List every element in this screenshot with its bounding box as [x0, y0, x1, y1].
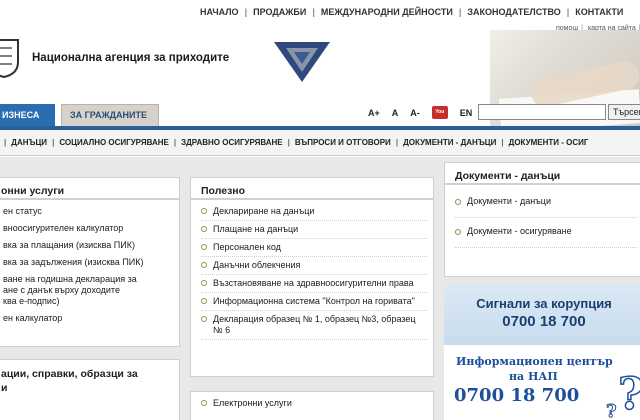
- top-nav: НАЧАЛО | ПРОДАЖБИ | МЕЖДУНАРОДНИ ДЕЙНОСТИ |…: [200, 7, 624, 17]
- tab-citizens[interactable]: ЗА ГРАЖДАНИТЕ: [61, 104, 159, 126]
- documents-panel: Документи - данъци Документи - данъци До…: [444, 162, 640, 277]
- corruption-phone: 0700 18 700: [502, 313, 586, 330]
- panel-title: онни услуги: [0, 178, 179, 200]
- bullet-icon: [201, 280, 207, 286]
- bullet-icon: [455, 199, 461, 205]
- top-nav-sales[interactable]: ПРОДАЖБИ: [253, 7, 306, 17]
- bullet-icon: [201, 208, 207, 214]
- info-center-phone: 0700 18 700: [454, 385, 580, 406]
- font-decrease-button[interactable]: A-: [410, 108, 420, 118]
- info-center-banner[interactable]: Информационен център на НАП 0700 18 700 …: [444, 347, 640, 420]
- agency-name: Национална агенция за приходите: [32, 52, 230, 64]
- search-button[interactable]: Търсене: [608, 104, 640, 120]
- svg-text:?: ?: [618, 369, 640, 420]
- bullet-icon: [455, 229, 461, 235]
- main-nav-documents-insurance[interactable]: ДОКУМЕНТИ - ОСИГ: [509, 138, 589, 147]
- useful-panel: Полезно Деклариране на данъци Плащане на…: [190, 177, 434, 377]
- list-item[interactable]: вноосигурителен калкулатор: [1, 220, 173, 237]
- nap-logo-icon: [274, 42, 330, 82]
- list-item[interactable]: Информационна система "Контрол на горива…: [201, 293, 427, 311]
- info-center-subtitle: на НАП: [509, 370, 558, 383]
- main-nav-health-insurance[interactable]: ЗДРАВНО ОСИГУРЯВАНЕ: [181, 138, 283, 147]
- panel-title: ации, справки, образци за и: [1, 368, 138, 394]
- language-en-button[interactable]: EN: [460, 108, 473, 118]
- search-input[interactable]: [478, 104, 606, 120]
- top-nav-international[interactable]: МЕЖДУНАРОДНИ ДЕЙНОСТИ: [321, 7, 453, 17]
- main-nav-faq[interactable]: ВЪПРОСИ И ОТГОВОРИ: [295, 138, 391, 147]
- list-item[interactable]: Декларация образец № 1, образец №3, обра…: [201, 311, 427, 340]
- list-item[interactable]: Деклариране на данъци: [201, 203, 427, 221]
- e-services-list: ен статус вноосигурителен калкулатор вка…: [0, 200, 179, 327]
- toolbar: A+ A A- You Tube EN: [368, 106, 478, 128]
- corruption-banner[interactable]: Сигнали за корупция 0700 18 700 Информац…: [444, 285, 640, 420]
- bullet-icon: [201, 316, 207, 322]
- bullet-icon: [201, 298, 207, 304]
- list-item[interactable]: Възстановяване на здравноосигурителни пр…: [201, 275, 427, 293]
- list-item[interactable]: Документи - осигуряване: [455, 218, 637, 248]
- bullet-icon: [201, 262, 207, 268]
- list-item[interactable]: Документи - данъци: [455, 188, 637, 218]
- list-item[interactable]: ен статус: [1, 203, 173, 220]
- bullet-icon: [201, 244, 207, 250]
- content-area: онни услуги ен статус вноосигурителен ка…: [0, 157, 640, 420]
- top-nav-contacts[interactable]: КОНТАКТИ: [575, 7, 623, 17]
- main-nav-documents-taxes[interactable]: ДОКУМЕНТИ - ДАНЪЦИ: [403, 138, 496, 147]
- top-nav-home[interactable]: НАЧАЛО: [200, 7, 239, 17]
- bullet-icon: [201, 226, 207, 232]
- tab-business[interactable]: ИЗНЕСА: [0, 104, 55, 126]
- declarations-panel: ации, справки, образци за и: [0, 359, 180, 420]
- svg-text:?: ?: [606, 401, 617, 420]
- corruption-title: Сигнали за корупция: [476, 296, 612, 311]
- list-item[interactable]: ване на годишна декларация за ане с данъ…: [1, 271, 173, 310]
- panel-title: Документи - данъци: [445, 163, 640, 185]
- main-nav-taxes[interactable]: ДАНЪЦИ: [11, 138, 47, 147]
- coat-of-arms-icon: [0, 39, 19, 78]
- main-nav: | ДАНЪЦИ | СОЦИАЛНО ОСИГУРЯВАНЕ | ЗДРАВНО …: [0, 130, 640, 156]
- list-item[interactable]: вка за плащания (изисква ПИК): [1, 237, 173, 254]
- documents-list: Документи - данъци Документи - осигурява…: [445, 185, 640, 248]
- corruption-signal-box[interactable]: Сигнали за корупция 0700 18 700: [444, 285, 640, 345]
- list-item[interactable]: Плащане на данъци: [201, 221, 427, 239]
- font-increase-button[interactable]: A+: [368, 108, 380, 118]
- e-services-panel: онни услуги ен статус вноосигурителен ка…: [0, 177, 180, 347]
- list-item[interactable]: вка за задължения (изисква ПИК): [1, 254, 173, 271]
- main-nav-social-insurance[interactable]: СОЦИАЛНО ОСИГУРЯВАНЕ: [59, 138, 169, 147]
- question-mark-icon: ? ?: [606, 369, 640, 420]
- list-item[interactable]: ен калкулатор: [1, 310, 173, 327]
- bullet-icon: [201, 400, 207, 406]
- useful-list: Деклариране на данъци Плащане на данъци …: [191, 200, 433, 340]
- list-item[interactable]: Електронни услуги: [201, 395, 427, 412]
- font-normal-button[interactable]: A: [392, 108, 399, 118]
- youtube-icon[interactable]: You Tube: [431, 106, 448, 128]
- top-nav-legislation[interactable]: ЗАКОНОДАТЕЛСТВО: [467, 7, 560, 17]
- electronic-services-panel: Електронни услуги: [190, 391, 434, 420]
- site-header: НАЧАЛО | ПРОДАЖБИ | МЕЖДУНАРОДНИ ДЕЙНОСТИ |…: [0, 0, 640, 133]
- panel-title: Полезно: [191, 178, 433, 200]
- info-center-title: Информационен център: [456, 355, 613, 368]
- list-item[interactable]: Данъчни облекчения: [201, 257, 427, 275]
- list-item[interactable]: Персонален код: [201, 239, 427, 257]
- electronic-services-list: Електронни услуги: [191, 392, 433, 412]
